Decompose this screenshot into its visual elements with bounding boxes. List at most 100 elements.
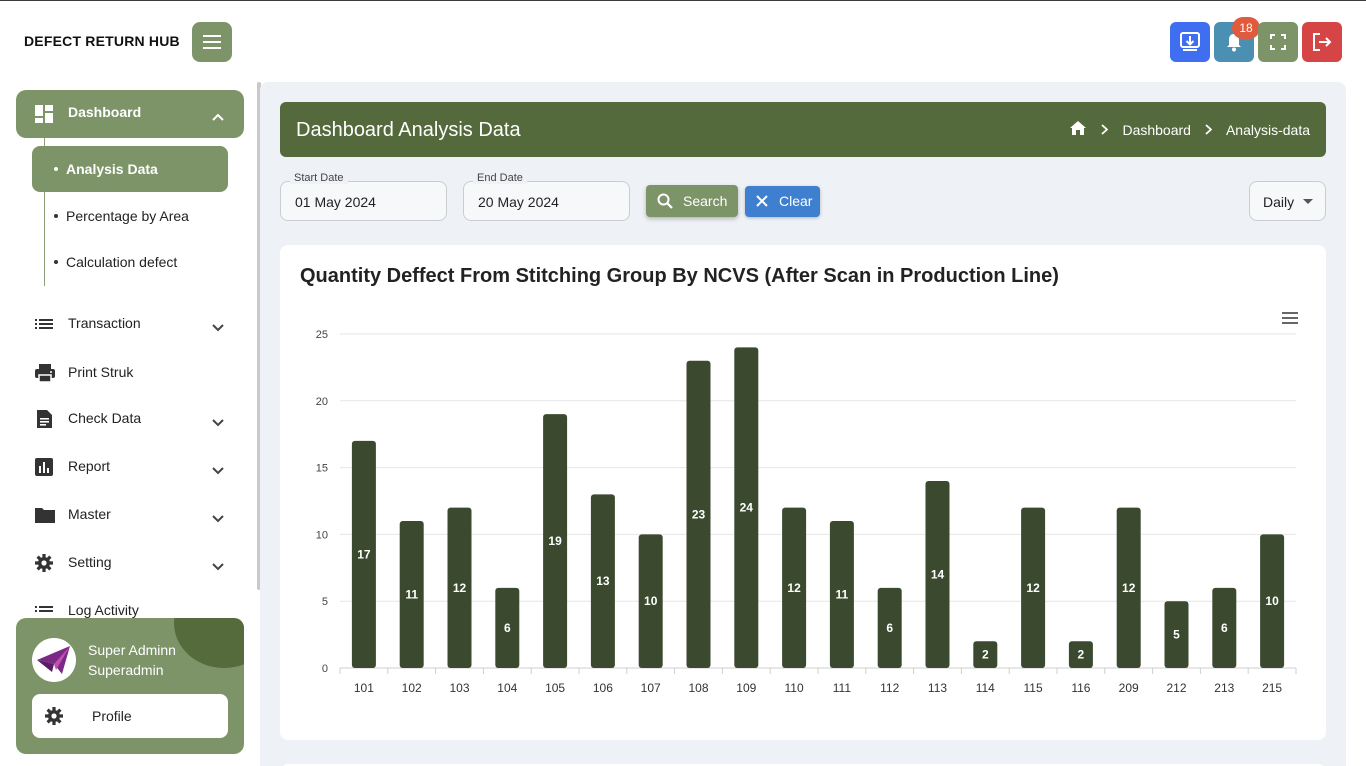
sidebar-item-print-struk[interactable]: Print Struk [16, 353, 244, 393]
sidebar-item-label: Print Struk [68, 364, 134, 380]
notifications-button[interactable]: 18 [1214, 17, 1260, 62]
chevron-right-icon [1205, 124, 1212, 135]
x-tick-label: 115 [1024, 681, 1043, 695]
x-tick-label: 105 [545, 681, 565, 695]
notification-badge: 18 [1232, 17, 1260, 39]
dashboard-icon [34, 104, 54, 129]
top-actions: 18 [1170, 17, 1342, 62]
download-icon [1180, 32, 1200, 51]
data-label: 17 [357, 547, 371, 561]
chevron-down-icon [212, 558, 224, 574]
chevron-right-icon [1101, 124, 1109, 135]
end-date-label: End Date [473, 172, 527, 184]
data-label: 5 [1173, 628, 1180, 642]
data-label: 12 [787, 581, 801, 595]
page-header: Dashboard Analysis Data Dashboard Analys… [280, 102, 1326, 157]
data-label: 12 [1122, 581, 1136, 595]
chevron-down-icon [212, 414, 224, 430]
sidebar-subitem-calculation-defect[interactable]: Calculation defect [32, 239, 228, 285]
sidebar-subitem-analysis-data[interactable]: Analysis Data [32, 146, 228, 192]
data-label: 13 [596, 574, 610, 588]
x-tick-label: 116 [1071, 681, 1090, 695]
data-label: 12 [1026, 581, 1040, 595]
home-icon[interactable] [1069, 120, 1087, 139]
chevron-up-icon [212, 108, 224, 126]
x-tick-label: 112 [880, 681, 899, 695]
x-tick-label: 215 [1262, 681, 1282, 695]
data-label: 11 [405, 588, 418, 602]
data-label: 23 [692, 507, 706, 521]
x-tick-label: 108 [688, 681, 708, 695]
close-icon [755, 194, 769, 211]
data-label: 2 [1078, 648, 1085, 662]
profile-card-decoration [174, 618, 244, 668]
period-select[interactable]: Daily [1249, 181, 1326, 221]
sidebar-item-dashboard[interactable]: Dashboard [16, 90, 244, 138]
end-date-value: 20 May 2024 [478, 194, 559, 210]
sidebar-subitem-label: Calculation defect [66, 254, 178, 270]
y-tick-label: 25 [316, 329, 328, 341]
search-button[interactable]: Search [646, 185, 738, 217]
sidebar-item-setting[interactable]: Setting [16, 543, 244, 583]
profile-card: Super Adminn Superadmin Profile [16, 618, 244, 754]
sidebar: Dashboard Analysis Data Percentage by Ar… [0, 82, 262, 766]
sidebar-item-check-data[interactable]: Check Data [16, 399, 244, 439]
logout-button[interactable] [1302, 22, 1342, 62]
x-tick-label: 103 [449, 681, 469, 695]
sidebar-item-report[interactable]: Report [16, 447, 244, 487]
clear-button-label: Clear [779, 193, 813, 209]
profile-button-label: Profile [92, 708, 132, 724]
end-date-field[interactable]: End Date 20 May 2024 [463, 172, 630, 221]
page-title: Dashboard Analysis Data [296, 119, 521, 141]
start-date-value: 01 May 2024 [295, 194, 376, 210]
caret-down-icon [1303, 199, 1313, 204]
chart-card: Quantity Deffect From Stitching Group By… [280, 245, 1326, 740]
y-tick-label: 5 [322, 596, 328, 608]
folder-icon [34, 505, 56, 528]
x-tick-label: 209 [1119, 681, 1139, 695]
sidebar-item-label: Transaction [68, 315, 141, 331]
start-date-field[interactable]: Start Date 01 May 2024 [280, 172, 447, 221]
data-label: 19 [548, 534, 562, 548]
x-tick-label: 102 [402, 681, 422, 695]
download-button[interactable] [1170, 22, 1210, 62]
gear-icon [34, 553, 54, 576]
data-label: 14 [931, 567, 945, 581]
fullscreen-button[interactable] [1258, 22, 1298, 62]
breadcrumb-dashboard[interactable]: Dashboard [1122, 122, 1191, 138]
menu-toggle-button[interactable] [192, 22, 232, 62]
bullet-icon [54, 214, 58, 218]
chevron-down-icon [212, 462, 224, 478]
period-select-value: Daily [1263, 194, 1295, 210]
x-tick-label: 111 [833, 681, 852, 695]
list-icon [34, 314, 54, 337]
x-tick-label: 109 [736, 681, 756, 695]
sidebar-item-master[interactable]: Master [16, 495, 244, 535]
profile-info: Super Adminn Superadmin [88, 640, 176, 680]
sidebar-subitem-percentage-by-area[interactable]: Percentage by Area [32, 193, 228, 239]
sidebar-item-label: Dashboard [68, 104, 142, 120]
x-tick-label: 106 [593, 681, 613, 695]
main-content: Dashboard Analysis Data Dashboard Analys… [260, 82, 1346, 766]
sidebar-item-transaction[interactable]: Transaction [16, 304, 244, 344]
bar-chart: 0510152025171011110212103610419105131061… [316, 329, 1297, 695]
sidebar-item-label: Check Data [68, 410, 142, 426]
sidebar-item-label: Setting [68, 554, 112, 570]
logout-icon [1313, 33, 1332, 51]
clear-button[interactable]: Clear [745, 186, 820, 217]
data-label: 24 [740, 501, 754, 515]
x-tick-label: 110 [785, 681, 804, 695]
profile-button[interactable]: Profile [32, 694, 228, 738]
data-label: 6 [504, 621, 511, 635]
sidebar-item-label: Report [68, 458, 111, 474]
chevron-down-icon [212, 319, 224, 335]
sidebar-subitem-label: Analysis Data [66, 161, 158, 177]
y-tick-label: 10 [316, 529, 328, 541]
avatar [32, 638, 76, 682]
sidebar-item-label: Log Activity [68, 602, 139, 618]
paper-plane-icon [32, 638, 76, 682]
data-label: 10 [1265, 594, 1279, 608]
bullet-icon [54, 260, 58, 264]
gear-icon [44, 706, 64, 731]
bullet-icon [54, 167, 58, 171]
